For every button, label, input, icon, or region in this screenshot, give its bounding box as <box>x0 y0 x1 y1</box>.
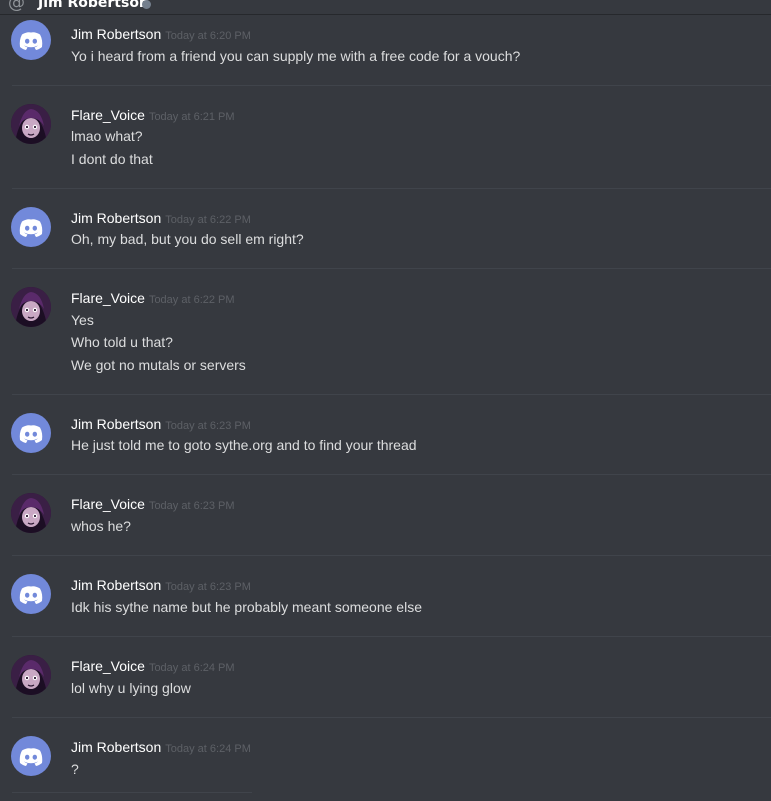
message-header: Flare_Voice Today at 6:23 PM <box>71 494 235 512</box>
username[interactable]: Flare_Voice <box>71 107 145 123</box>
timestamp: Today at 6:22 PM <box>148 294 235 306</box>
message-divider <box>12 717 771 718</box>
message-text: We got no mutals or servers <box>71 357 246 373</box>
avatar[interactable] <box>11 655 51 695</box>
avatar[interactable] <box>11 207 51 247</box>
message-divider <box>12 188 771 189</box>
channel-header: @ Jim Robertson <box>0 0 771 15</box>
message-header: Jim Robertson Today at 6:23 PM <box>71 575 251 593</box>
message-text: Idk his sythe name but he probably meant… <box>71 599 422 615</box>
message-text: whos he? <box>71 518 131 534</box>
message-list[interactable]: Jim Robertson Today at 6:20 PM Yo i heard… <box>0 0 771 801</box>
message-text: lmao what? <box>71 128 143 144</box>
message-divider <box>12 268 771 269</box>
username[interactable]: Flare_Voice <box>71 658 145 674</box>
username[interactable]: Jim Robertson <box>71 210 161 226</box>
message-divider <box>12 394 771 395</box>
timestamp: Today at 6:24 PM <box>165 743 251 755</box>
avatar[interactable] <box>11 574 51 614</box>
username[interactable]: Jim Robertson <box>71 26 161 42</box>
discord-logo-icon <box>19 219 43 237</box>
avatar[interactable] <box>11 20 51 60</box>
avatar[interactable] <box>11 413 51 453</box>
message-header: Flare_Voice Today at 6:21 PM <box>71 105 235 123</box>
message-divider <box>12 85 771 86</box>
timestamp: Today at 6:21 PM <box>148 111 235 123</box>
message-header: Flare_Voice Today at 6:22 PM <box>71 288 235 306</box>
timestamp: Today at 6:24 PM <box>148 662 235 674</box>
at-icon: @ <box>8 0 25 13</box>
message-header: Jim Robertson Today at 6:20 PM <box>71 24 251 42</box>
message-header: Jim Robertson Today at 6:24 PM <box>71 737 251 755</box>
message-text: Who told u that? <box>71 334 173 350</box>
username[interactable]: Flare_Voice <box>71 290 145 306</box>
message-text: Yo i heard from a friend you can supply … <box>71 48 521 64</box>
anime-avatar-icon <box>11 655 51 695</box>
timestamp: Today at 6:22 PM <box>165 214 251 226</box>
message-text: He just told me to goto sythe.org and to… <box>71 437 417 453</box>
avatar[interactable] <box>11 493 51 533</box>
avatar[interactable] <box>11 736 51 776</box>
timestamp: Today at 6:20 PM <box>165 30 251 42</box>
timestamp: Today at 6:23 PM <box>165 581 251 593</box>
discord-logo-icon <box>19 748 43 766</box>
discord-logo-icon <box>19 586 43 604</box>
message-text: I dont do that <box>71 151 153 167</box>
username[interactable]: Jim Robertson <box>71 739 161 755</box>
message-divider <box>12 636 771 637</box>
anime-avatar-icon <box>11 493 51 533</box>
message-text: Oh, my bad, but you do sell em right? <box>71 231 304 247</box>
username[interactable]: Flare_Voice <box>71 496 145 512</box>
timestamp: Today at 6:23 PM <box>148 500 235 512</box>
message-divider <box>12 474 771 475</box>
anime-avatar-icon <box>11 104 51 144</box>
discord-logo-icon <box>19 32 43 50</box>
discord-logo-icon <box>19 425 43 443</box>
dm-recipient-name[interactable]: Jim Robertson <box>38 0 149 12</box>
status-indicator-icon <box>142 0 151 9</box>
message-divider <box>12 555 771 556</box>
anime-avatar-icon <box>11 287 51 327</box>
username[interactable]: Jim Robertson <box>71 577 161 593</box>
message-header: Jim Robertson Today at 6:22 PM <box>71 208 251 226</box>
message-text: Yes <box>71 312 94 328</box>
avatar[interactable] <box>11 287 51 327</box>
username[interactable]: Jim Robertson <box>71 416 161 432</box>
avatar[interactable] <box>11 104 51 144</box>
message-header: Jim Robertson Today at 6:23 PM <box>71 414 251 432</box>
message-divider <box>12 792 252 793</box>
timestamp: Today at 6:23 PM <box>165 420 251 432</box>
message-header: Flare_Voice Today at 6:24 PM <box>71 656 235 674</box>
message-text: lol why u lying glow <box>71 680 191 696</box>
message-text: ? <box>71 761 79 777</box>
